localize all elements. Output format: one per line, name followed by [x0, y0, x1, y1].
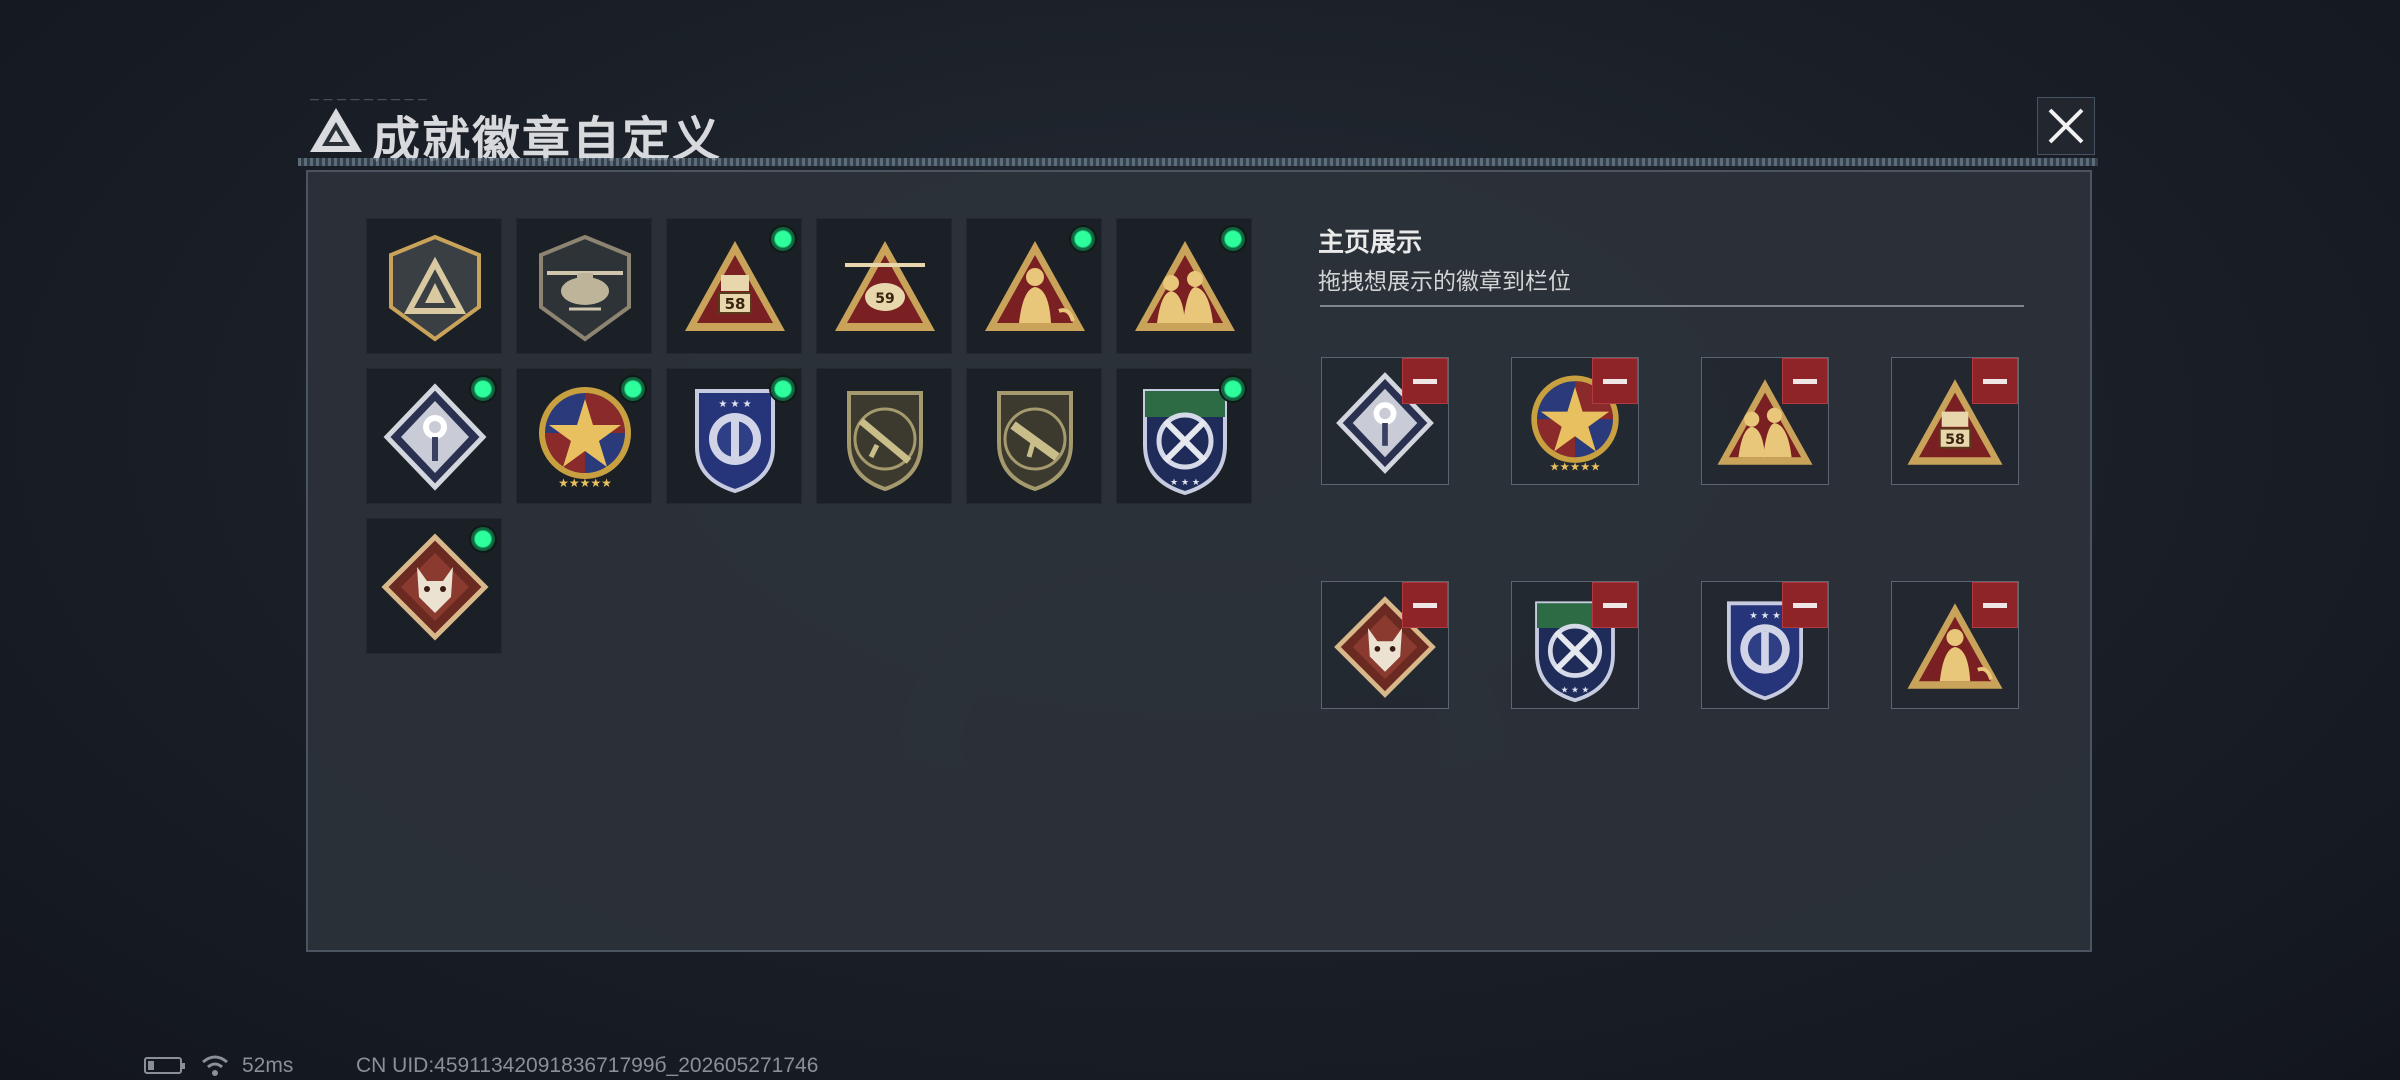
ping-readout: 52ms — [242, 1054, 294, 1077]
svg-text:★ ★ ★: ★ ★ ★ — [1749, 611, 1781, 622]
remove-badge-button[interactable] — [1782, 358, 1828, 404]
badge-cell[interactable] — [1116, 218, 1252, 354]
badge-cell[interactable] — [516, 218, 652, 354]
badge-cell[interactable] — [366, 518, 502, 654]
delta-logo-icon — [310, 108, 362, 152]
badge-cell[interactable] — [366, 218, 502, 354]
equipped-indicator-icon — [1221, 377, 1245, 401]
svg-text:58: 58 — [725, 295, 746, 313]
svg-text:★★★★★: ★★★★★ — [558, 476, 612, 490]
remove-badge-button[interactable] — [1592, 358, 1638, 404]
showcase-slot[interactable] — [1701, 357, 1829, 485]
equipped-indicator-icon — [1071, 227, 1095, 251]
triangle-59-badge-icon: 59 — [835, 241, 935, 331]
badge-cell[interactable]: 58 — [666, 218, 802, 354]
showcase-slot[interactable] — [1321, 357, 1449, 485]
helicopter-badge-icon — [539, 234, 631, 342]
showcase-divider — [1320, 305, 2024, 307]
svg-text:59: 59 — [875, 291, 894, 307]
showcase-heading: 主页展示 — [1318, 227, 1423, 257]
title-bar: — — — — — — — — — 成就徽章自定义 — [298, 94, 2098, 168]
showcase-slot[interactable] — [1891, 581, 2019, 709]
close-icon — [2048, 108, 2084, 144]
uid-readout: CN UID:4591134209183671799б_202605271746 — [356, 1054, 819, 1077]
remove-badge-button[interactable] — [1972, 582, 2018, 628]
remove-badge-button[interactable] — [1402, 358, 1448, 404]
badge-cell[interactable] — [966, 218, 1102, 354]
badge-cell[interactable] — [816, 368, 952, 504]
triangle-logo-badge-icon — [389, 234, 481, 342]
equipped-indicator-icon — [1221, 227, 1245, 251]
svg-text:★★★★★: ★★★★★ — [1549, 460, 1600, 474]
close-button[interactable] — [2037, 97, 2095, 155]
showcase-hint: 拖拽想展示的徽章到栏位 — [1318, 268, 1571, 294]
badge-cell[interactable]: ★ ★ ★ — [666, 368, 802, 504]
rifle-shield-badge-icon — [847, 391, 923, 492]
showcase-slot[interactable]: ★ ★ ★ — [1701, 581, 1829, 709]
remove-badge-button[interactable] — [1402, 582, 1448, 628]
remove-badge-button[interactable] — [1592, 582, 1638, 628]
remove-badge-button[interactable] — [1782, 582, 1828, 628]
wifi-icon — [202, 1055, 228, 1076]
badge-cell[interactable] — [366, 368, 502, 504]
badge-cell[interactable] — [966, 368, 1102, 504]
battery-icon — [144, 1057, 185, 1074]
badge-cell[interactable]: ★★★★★ — [516, 368, 652, 504]
equipped-indicator-icon — [471, 527, 495, 551]
title-divider — [298, 158, 2098, 166]
badge-cell[interactable]: ★ ★ ★ — [1116, 368, 1252, 504]
showcase-slot[interactable] — [1321, 581, 1449, 709]
equipped-indicator-icon — [771, 377, 795, 401]
svg-text:★ ★ ★: ★ ★ ★ — [1170, 478, 1200, 488]
showcase-slot[interactable]: 58 — [1891, 357, 2019, 485]
svg-text:★ ★ ★: ★ ★ ★ — [1561, 686, 1590, 696]
equipped-indicator-icon — [621, 377, 645, 401]
svg-text:★ ★ ★: ★ ★ ★ — [718, 399, 751, 410]
showcase-slot[interactable]: ★★★★★ — [1511, 357, 1639, 485]
remove-badge-button[interactable] — [1972, 358, 2018, 404]
equipped-indicator-icon — [471, 377, 495, 401]
smg-shield-badge-icon — [997, 391, 1073, 492]
equipped-indicator-icon — [771, 227, 795, 251]
badge-cell[interactable]: 59 — [816, 218, 952, 354]
showcase-slot[interactable]: ★ ★ ★ — [1511, 581, 1639, 709]
svg-text:58: 58 — [1945, 432, 1965, 448]
